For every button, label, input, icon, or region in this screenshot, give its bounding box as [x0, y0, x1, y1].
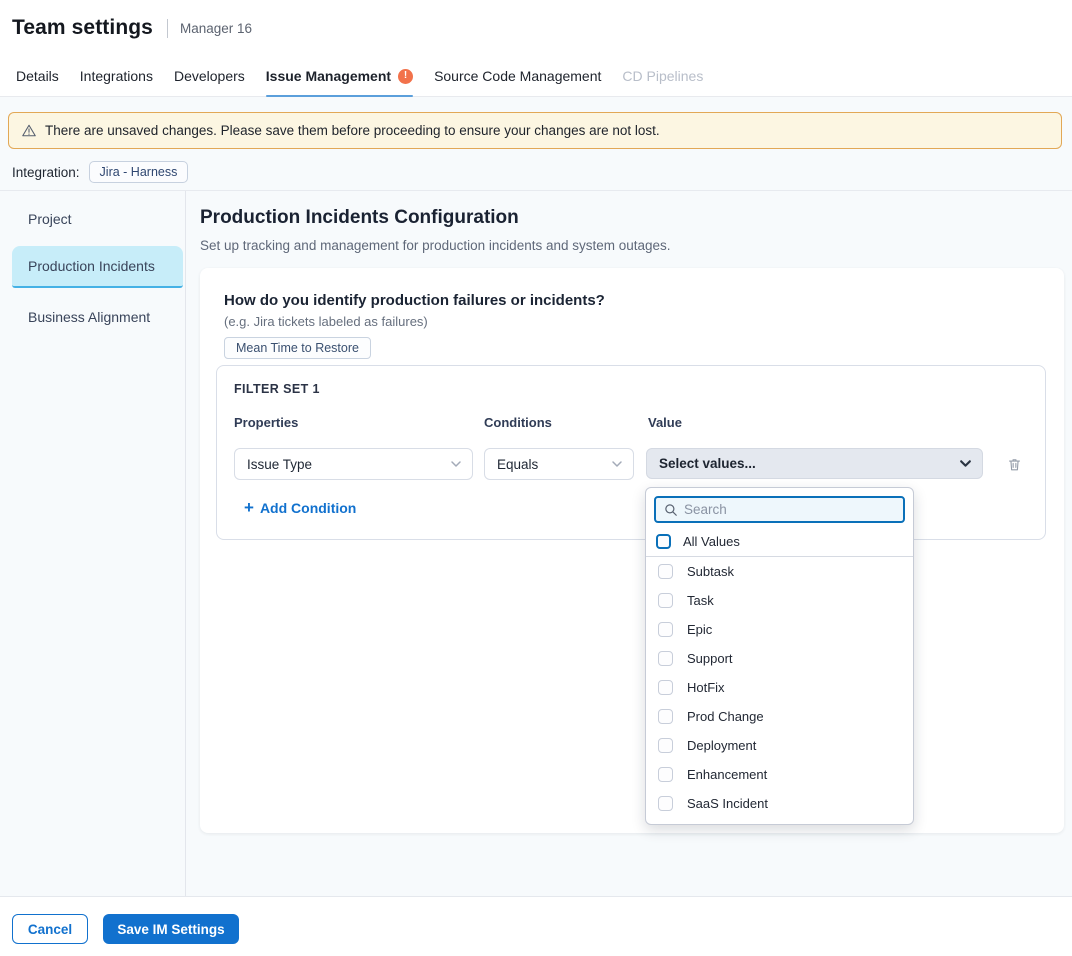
option-label: Prod Change [687, 709, 764, 724]
filter-set-box: FILTER SET 1 Properties Conditions Value… [216, 365, 1046, 540]
delete-condition-button[interactable] [1003, 453, 1025, 475]
column-header-properties: Properties [234, 415, 298, 430]
checkbox-icon[interactable] [658, 593, 673, 608]
team-settings-page: Team settings Manager 16 Details Integra… [0, 0, 1072, 956]
option-label: HotFix [687, 680, 725, 695]
sidebar-item[interactable]: Business Alignment [12, 302, 183, 332]
trash-icon [1006, 456, 1023, 473]
metric-chip[interactable]: Mean Time to Restore [224, 337, 371, 359]
integration-row: Integration: Jira - Harness [12, 161, 188, 183]
checkbox-icon[interactable] [658, 564, 673, 579]
banner-text: There are unsaved changes. Please save t… [45, 123, 660, 138]
integration-label: Integration: [12, 165, 80, 180]
settings-tab[interactable]: Details [16, 56, 59, 96]
option-label: Support [687, 651, 733, 666]
sidebar-item-label: Business Alignment [28, 309, 150, 325]
checkbox-icon[interactable] [658, 651, 673, 666]
chevron-down-icon [450, 460, 462, 468]
checkbox-icon[interactable] [658, 680, 673, 695]
checkbox-icon[interactable] [658, 738, 673, 753]
section-title: Production Incidents Configuration [200, 207, 519, 229]
question-hint: (e.g. Jira tickets labeled as failures) [224, 314, 428, 329]
dropdown-option[interactable]: Support [646, 644, 913, 673]
settings-tab[interactable]: Source Code Management [434, 56, 601, 96]
dropdown-option[interactable]: Enhancement [646, 760, 913, 789]
dropdown-option[interactable]: Deployment [646, 731, 913, 760]
dropdown-option[interactable]: Prod Change [646, 702, 913, 731]
value-select-placeholder: Select values... [659, 456, 756, 471]
dropdown-option[interactable]: Task [646, 586, 913, 615]
checkbox-icon[interactable] [658, 796, 673, 811]
search-icon [664, 503, 678, 517]
page-title: Team settings [12, 16, 153, 40]
tab-label: Source Code Management [434, 68, 601, 84]
plus-icon: + [244, 499, 254, 516]
dropdown-option[interactable]: Customer Notification [646, 818, 913, 825]
value-multiselect[interactable]: Select values... [646, 448, 983, 479]
sidebar-item[interactable]: Production Incidents [12, 246, 183, 288]
alert-badge-icon: ! [398, 69, 413, 84]
page-header: Team settings Manager 16 [0, 0, 1072, 56]
sidebar-divider [185, 191, 186, 945]
column-header-value: Value [648, 415, 682, 430]
filter-set-title: FILTER SET 1 [234, 382, 320, 396]
checkbox-icon[interactable] [658, 622, 673, 637]
dropdown-option[interactable]: SaaS Incident [646, 789, 913, 818]
tab-label: Integrations [80, 68, 153, 84]
settings-tab[interactable]: Issue Management ! [266, 56, 413, 96]
question-title: How do you identify production failures … [224, 292, 605, 309]
value-dropdown-panel: All Values Subtask Task Epic [645, 487, 914, 825]
save-im-settings-button[interactable]: Save IM Settings [103, 914, 239, 944]
option-label: Task [687, 593, 714, 608]
warning-triangle-icon [21, 123, 37, 138]
chevron-down-icon [611, 460, 623, 468]
option-label: Subtask [687, 564, 734, 579]
settings-tab[interactable]: Developers [174, 56, 245, 96]
dropdown-option[interactable]: HotFix [646, 673, 913, 702]
sidebar-item[interactable]: Project [12, 204, 183, 234]
dropdown-search-box [654, 496, 905, 523]
integration-chip[interactable]: Jira - Harness [89, 161, 189, 183]
option-label: Enhancement [687, 767, 767, 782]
tab-label: Details [16, 68, 59, 84]
title-divider [167, 19, 168, 38]
option-label: Deployment [687, 738, 756, 753]
sidebar-item-label: Production Incidents [28, 258, 155, 274]
tab-label: CD Pipelines [622, 68, 703, 84]
select-all-label: All Values [683, 534, 740, 549]
option-label: Epic [687, 622, 712, 637]
cancel-button[interactable]: Cancel [12, 914, 88, 944]
settings-tab[interactable]: Integrations [80, 56, 153, 96]
select-all-option[interactable]: All Values [646, 529, 913, 556]
team-name-label: Manager 16 [180, 21, 252, 36]
add-condition-button[interactable]: + Add Condition [244, 499, 356, 516]
settings-tabbar: Details Integrations Developers Issue Ma… [0, 56, 1072, 97]
condition-select-value: Equals [497, 457, 538, 472]
dropdown-option[interactable]: Subtask [646, 557, 913, 586]
dropdown-option-list: Subtask Task Epic Support [646, 557, 913, 825]
section-divider [0, 190, 1072, 191]
property-select[interactable]: Issue Type [234, 448, 473, 480]
chevron-down-icon [959, 459, 972, 468]
tab-label: Developers [174, 68, 245, 84]
checkbox-icon[interactable] [658, 709, 673, 724]
option-label: SaaS Incident [687, 796, 768, 811]
dropdown-option[interactable]: Epic [646, 615, 913, 644]
condition-select[interactable]: Equals [484, 448, 634, 480]
property-select-value: Issue Type [247, 457, 312, 472]
add-condition-label: Add Condition [260, 500, 356, 516]
sidebar-item-label: Project [28, 211, 72, 227]
column-header-conditions: Conditions [484, 415, 552, 430]
checkbox-icon[interactable] [658, 767, 673, 782]
tab-label: Issue Management [266, 68, 391, 84]
action-footer: Cancel Save IM Settings [0, 896, 1072, 956]
section-subtitle: Set up tracking and management for produ… [200, 238, 671, 253]
settings-tab[interactable]: CD Pipelines [622, 56, 703, 96]
incidents-config-card: How do you identify production failures … [200, 268, 1064, 833]
checkbox-icon[interactable] [656, 534, 671, 549]
unsaved-changes-banner: There are unsaved changes. Please save t… [8, 112, 1062, 149]
search-input[interactable] [684, 502, 895, 517]
